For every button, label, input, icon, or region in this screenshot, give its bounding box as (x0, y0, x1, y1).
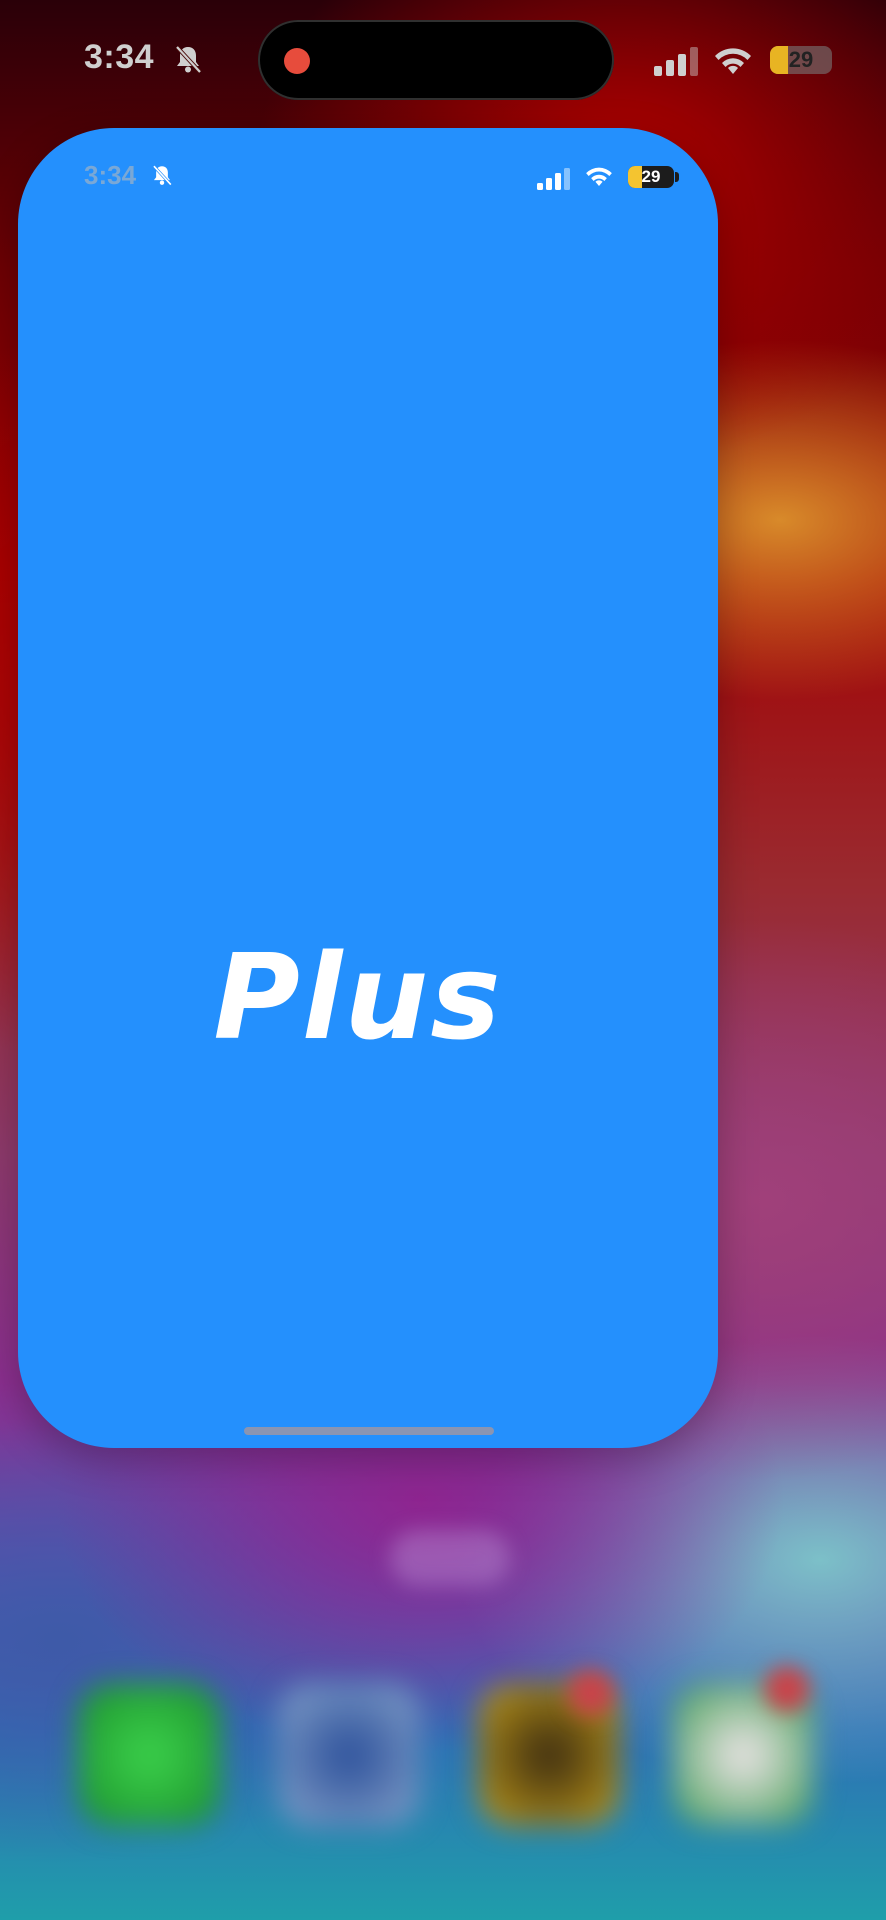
battery-charging-icon: 29 (770, 46, 832, 74)
iphone-app-switcher: 3:34 29 3:34 29 Plus (0, 0, 886, 1920)
notification-badge (568, 1670, 614, 1716)
app-title: Plus (213, 928, 503, 1066)
blurred-app-label (390, 1530, 510, 1586)
recording-indicator (284, 48, 310, 74)
battery-nub (675, 172, 679, 182)
phone-app-icon[interactable] (78, 1684, 220, 1826)
bell-slash-icon (152, 165, 172, 186)
cellular-signal-icon (537, 168, 570, 190)
safari-app-icon[interactable] (278, 1684, 420, 1826)
dock (0, 1666, 886, 1830)
app-card-status-bar: 3:34 29 (18, 128, 718, 208)
wifi-icon (586, 167, 612, 186)
battery-charging-icon: 29 (628, 166, 674, 188)
wifi-icon (715, 48, 751, 74)
app-card-plus[interactable]: 3:34 29 Plus (18, 128, 718, 1448)
home-indicator[interactable] (244, 1427, 494, 1435)
dynamic-island[interactable] (258, 20, 614, 100)
app-card-time: 3:34 (84, 160, 137, 190)
cellular-signal-icon (654, 47, 698, 76)
notification-badge (764, 1666, 810, 1712)
battery-percent: 29 (641, 167, 661, 186)
system-time: 3:34 (84, 38, 155, 76)
battery-percent: 29 (788, 47, 814, 72)
bell-slash-icon (175, 45, 202, 74)
system-status-bar: 3:34 29 (0, 0, 886, 120)
